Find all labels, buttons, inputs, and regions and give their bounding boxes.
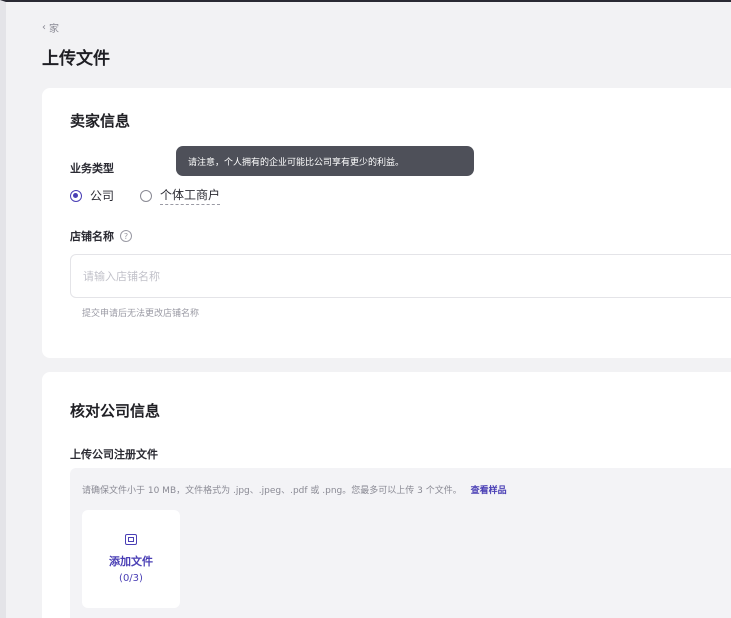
store-name-label-text: 店铺名称 bbox=[70, 230, 114, 243]
add-file-button[interactable]: 添加文件 (0/3) bbox=[82, 510, 180, 608]
business-type-tooltip: 请注意，个人拥有的企业可能比公司享有更少的利益。 bbox=[176, 146, 474, 176]
upload-requirements-note: 请确保文件小于 10 MB，文件格式为 .jpg、.jpeg、.pdf 或 .p… bbox=[82, 483, 507, 496]
radio-option-individual[interactable]: 个体工商户 bbox=[140, 186, 221, 205]
store-name-hint: 提交申请后无法更改店铺名称 bbox=[82, 309, 200, 319]
radio-company[interactable] bbox=[70, 189, 82, 202]
seller-info-card: 卖家信息 业务类型 公司 个体工商户 请注意，个人拥有的企业可能比公司享有更少的… bbox=[42, 88, 731, 358]
chevron-left-icon: ‹ bbox=[42, 21, 46, 33]
radio-option-company[interactable]: 公司 bbox=[70, 187, 114, 204]
upload-registration-label-text: 上传公司注册文件 bbox=[70, 448, 158, 461]
verify-company-card: 核对公司信息 上传公司注册文件 请确保文件小于 10 MB，文件格式为 .jpg… bbox=[42, 372, 731, 618]
add-file-label: 添加文件 bbox=[109, 555, 153, 568]
business-type-label-text: 业务类型 bbox=[70, 162, 114, 175]
business-type-radio-group: 公司 个体工商户 bbox=[70, 186, 221, 205]
page-title: 上传文件 bbox=[42, 49, 110, 69]
upload-registration-label: 上传公司注册文件 bbox=[70, 446, 158, 462]
seller-info-title: 卖家信息 bbox=[70, 112, 131, 130]
upload-area: 请确保文件小于 10 MB，文件格式为 .jpg、.jpeg、.pdf 或 .p… bbox=[70, 468, 731, 618]
breadcrumb[interactable]: ‹ 家 bbox=[42, 20, 59, 35]
store-name-input[interactable] bbox=[70, 254, 731, 298]
upload-note-text: 请确保文件小于 10 MB，文件格式为 .jpg、.jpeg、.pdf 或 .p… bbox=[82, 486, 462, 496]
store-name-label: 店铺名称 ? bbox=[70, 228, 132, 244]
radio-company-label: 公司 bbox=[90, 189, 115, 203]
business-type-label: 业务类型 bbox=[70, 160, 114, 176]
view-sample-link[interactable]: 查看样品 bbox=[471, 486, 507, 496]
upload-documents-page: ‹ 家 上传文件 卖家信息 业务类型 公司 个体工商户 请注意，个人拥有的企业可… bbox=[0, 0, 731, 618]
breadcrumb-home-link[interactable]: 家 bbox=[49, 20, 59, 35]
image-file-icon bbox=[125, 534, 137, 545]
tooltip-text: 请注意，个人拥有的企业可能比公司享有更少的利益。 bbox=[188, 157, 405, 168]
file-count: (0/3) bbox=[119, 573, 143, 584]
radio-individual[interactable] bbox=[140, 189, 153, 202]
radio-individual-label: 个体工商户 bbox=[160, 186, 221, 205]
verify-company-title: 核对公司信息 bbox=[70, 402, 161, 420]
help-circle-icon[interactable]: ? bbox=[120, 230, 132, 242]
